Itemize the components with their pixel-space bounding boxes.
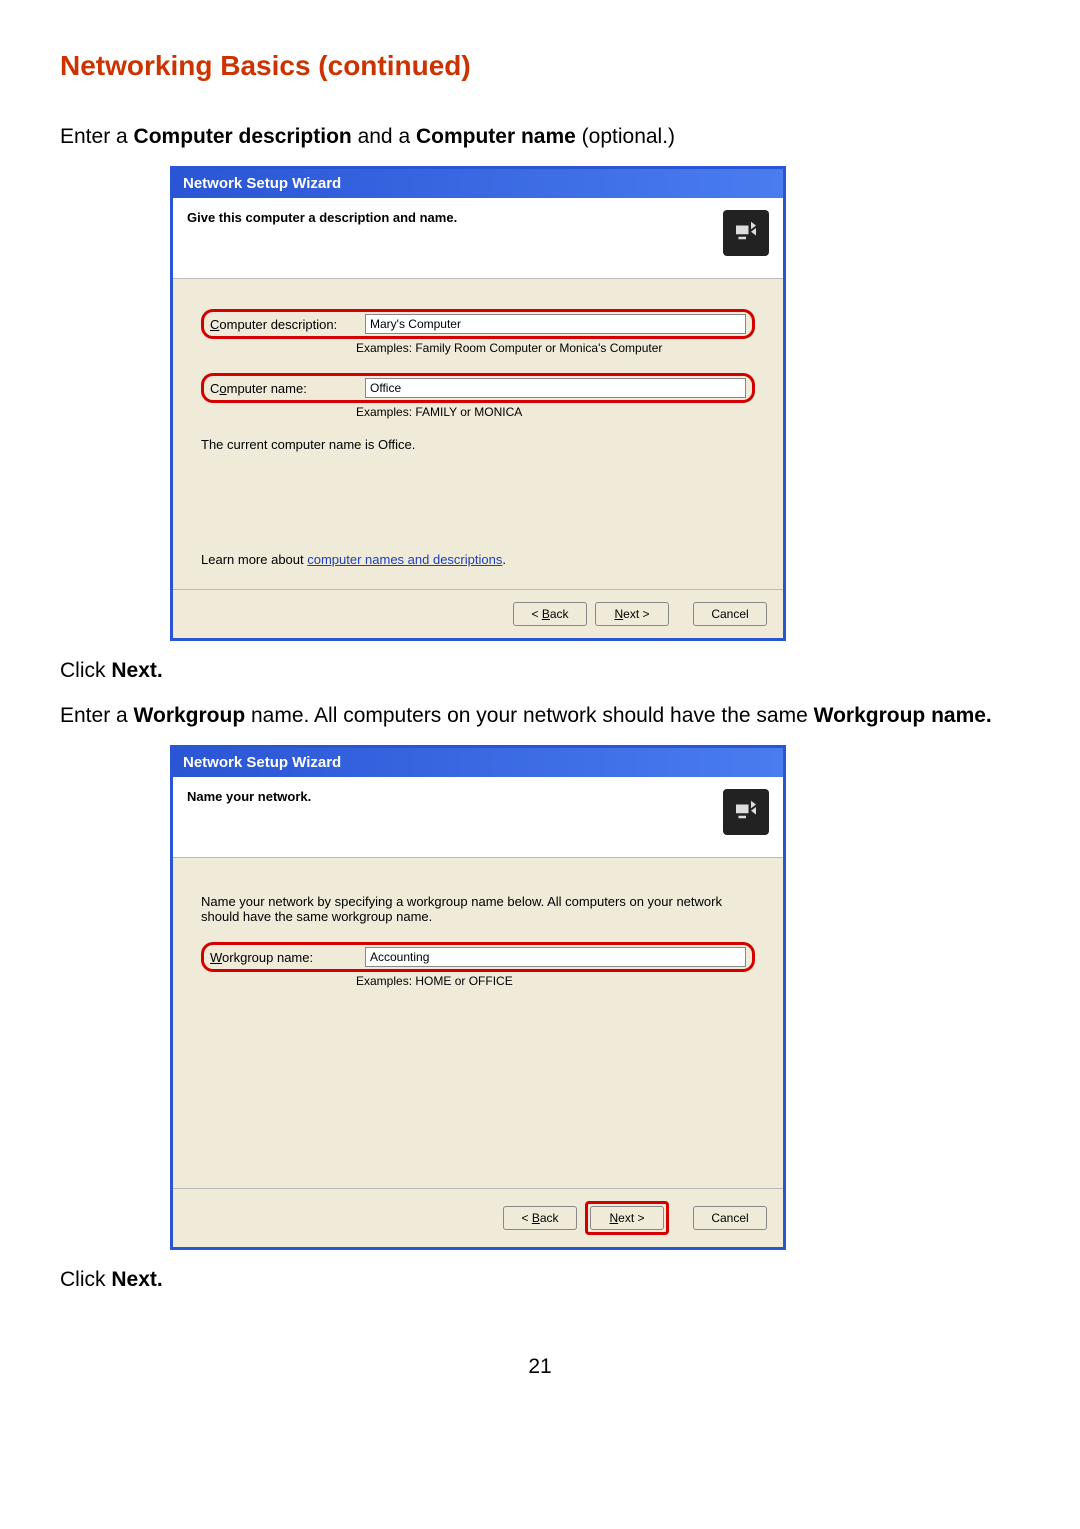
text: (optional.) — [576, 125, 675, 148]
learn-more-row: Learn more about computer names and desc… — [201, 552, 506, 567]
page-title: Networking Basics (continued) — [60, 50, 1020, 82]
instruction-2: Click Next. — [60, 656, 1020, 685]
computer-description-input[interactable] — [365, 314, 746, 334]
computer-name-label: Computer name: — [210, 381, 365, 396]
wizard-footer: < Back Next > Cancel — [173, 1188, 783, 1247]
text: Learn more about — [201, 552, 307, 567]
text: name. All computers on your network shou… — [245, 704, 813, 727]
cancel-button[interactable]: Cancel — [693, 602, 767, 626]
network-setup-icon — [723, 210, 769, 256]
text: Enter a — [60, 125, 134, 148]
text: Click — [60, 1268, 111, 1291]
back-button[interactable]: < Back — [513, 602, 587, 626]
wizard-body: Computer description: Examples: Family R… — [173, 279, 783, 589]
instruction-4: Click Next. — [60, 1265, 1020, 1294]
text: Click — [60, 659, 111, 682]
instruction-1: Enter a Computer description and a Compu… — [60, 122, 1020, 151]
wizard-heading: Name your network. — [187, 789, 311, 804]
text: Enter a — [60, 704, 134, 727]
computer-description-example: Examples: Family Room Computer or Monica… — [356, 341, 755, 355]
bold-text: Workgroup — [134, 704, 246, 727]
bold-text: Computer description — [134, 125, 352, 148]
wizard-1: Network Setup Wizard Give this computer … — [170, 166, 786, 641]
workgroup-name-label: Workgroup name: — [210, 950, 365, 965]
bold-text: Next. — [111, 659, 162, 682]
wizard-heading: Give this computer a description and nam… — [187, 210, 457, 225]
computer-name-input[interactable] — [365, 378, 746, 398]
text: . — [502, 552, 506, 567]
highlight-computer-description: Computer description: — [201, 309, 755, 339]
wizard-footer: < Back Next > Cancel — [173, 589, 783, 638]
workgroup-example: Examples: HOME or OFFICE — [356, 974, 755, 988]
wizard-2: Network Setup Wizard Name your network. … — [170, 745, 786, 1250]
computer-name-example: Examples: FAMILY or MONICA — [356, 405, 755, 419]
wizard-body: Name your network by specifying a workgr… — [173, 858, 783, 1188]
bold-text: Workgroup name. — [814, 704, 992, 727]
next-button[interactable]: Next > — [590, 1206, 664, 1230]
learn-more-link[interactable]: computer names and descriptions — [307, 552, 502, 567]
computer-description-label: Computer description: — [210, 317, 365, 332]
highlight-next-button: Next > — [585, 1201, 669, 1235]
wizard-titlebar: Network Setup Wizard — [173, 169, 783, 198]
bold-text: Next. — [111, 1268, 162, 1291]
back-button[interactable]: < Back — [503, 1206, 577, 1230]
highlight-computer-name: Computer name: — [201, 373, 755, 403]
wizard-header: Give this computer a description and nam… — [173, 198, 783, 279]
wizard-intro-text: Name your network by specifying a workgr… — [201, 894, 755, 924]
network-setup-icon — [723, 789, 769, 835]
workgroup-name-input[interactable] — [365, 947, 746, 967]
current-computer-name: The current computer name is Office. — [201, 437, 755, 452]
instruction-3: Enter a Workgroup name. All computers on… — [60, 701, 1020, 730]
text: and a — [352, 125, 416, 148]
page-number: 21 — [60, 1355, 1020, 1379]
highlight-workgroup-name: Workgroup name: — [201, 942, 755, 972]
wizard-titlebar: Network Setup Wizard — [173, 748, 783, 777]
wizard-header: Name your network. — [173, 777, 783, 858]
cancel-button[interactable]: Cancel — [693, 1206, 767, 1230]
bold-text: Computer name — [416, 125, 576, 148]
next-button[interactable]: Next > — [595, 602, 669, 626]
